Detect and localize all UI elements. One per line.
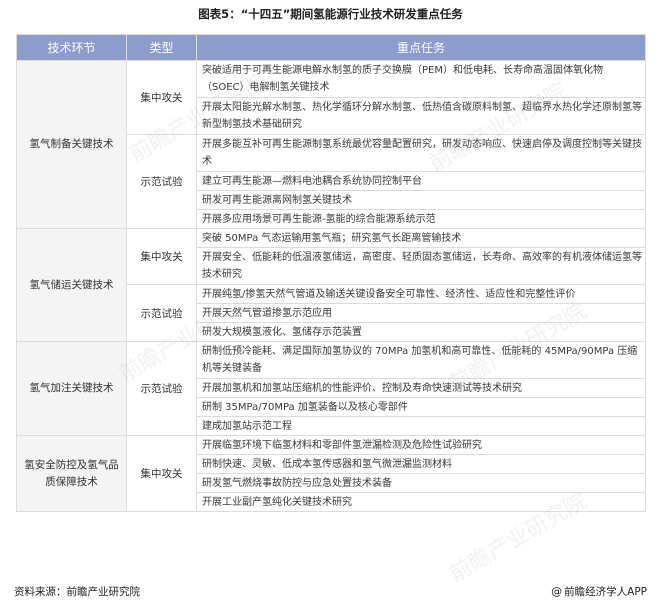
stage-cell: 氢安全防控及氢气品质保障技术 bbox=[16, 435, 127, 512]
task-cell: 研发氢气燃烧事故防控与应急处置技术装备 bbox=[196, 473, 646, 493]
task-cell: 开展多能互补可再生能源制氢系统最优容量配置研究，研发动态响应、快速启停及调度控制… bbox=[196, 134, 646, 172]
table-row: 氢气制备关键技术 集中攻关 突破适用于可再生能源电解水制氢的质子交换膜（PEM）… bbox=[16, 60, 646, 229]
task-cell: 突破适用于可再生能源电解水制氢的质子交换膜（PEM）和低电耗、长寿命高温固体氧化… bbox=[196, 60, 646, 98]
table-row: 氢气储运关键技术 集中攻关 突破 50MPa 气态运输用氢气瓶；研究氢气长距离管… bbox=[16, 228, 646, 342]
task-cell: 开展纯氢/掺氢天然气管道及输送关键设备安全可靠性、经济性、适应性和完整性评价 bbox=[196, 284, 646, 304]
task-cell: 研制快速、灵敏、低成本氢传感器和氢气微泄漏监测材料 bbox=[196, 454, 646, 474]
table-row: 氢气加注关键技术 示范试验 研制低预冷能耗、满足国际加氢协议的 70MPa 加氢… bbox=[16, 341, 646, 436]
stage-cell: 氢气储运关键技术 bbox=[16, 228, 127, 342]
task-cell: 突破 50MPa 气态运输用氢气瓶；研究氢气长距离管输技术 bbox=[196, 228, 646, 248]
header-stage: 技术环节 bbox=[16, 34, 127, 61]
brand-mark-icon: @ bbox=[551, 585, 563, 598]
type-cell: 示范试验 bbox=[126, 284, 197, 342]
type-cell: 集中攻关 bbox=[126, 228, 197, 285]
stage-cell: 氢气制备关键技术 bbox=[16, 60, 127, 229]
task-cell: 开展工业副产氢纯化关键技术研究 bbox=[196, 492, 646, 512]
tasks-table: 技术环节 类型 重点任务 氢气制备关键技术 集中攻关 突破适用于可再生能源电解水… bbox=[16, 34, 646, 512]
table-row: 氢安全防控及氢气品质保障技术 集中攻关 开展临氢环境下临氢材料和零部件氢泄漏检测… bbox=[16, 435, 646, 512]
type-cell: 示范试验 bbox=[126, 341, 197, 436]
task-cell: 研制 35MPa/70MPa 加氢装备以及核心零部件 bbox=[196, 397, 646, 417]
task-cell: 开展太阳能光解水制氢、热化学循环分解水制氢、低热值含碳原料制氢、超临界水热化学还… bbox=[196, 97, 646, 135]
table-header-row: 技术环节 类型 重点任务 bbox=[16, 34, 646, 61]
task-cell: 研发可再生能源离网制氢关键技术 bbox=[196, 190, 646, 210]
type-cell: 集中攻关 bbox=[126, 435, 197, 512]
task-cell: 建立可再生能源—燃料电池耦合系统协同控制平台 bbox=[196, 171, 646, 191]
stage-cell: 氢气加注关键技术 bbox=[16, 341, 127, 436]
task-cell: 研发大规模氢液化、氢储存示范装置 bbox=[196, 322, 646, 342]
brand-name: 前瞻经济学人APP bbox=[564, 586, 647, 598]
task-cell: 开展多应用场景可再生能源-氢能的综合能源系统示范 bbox=[196, 209, 646, 229]
type-cell: 示范试验 bbox=[126, 134, 197, 229]
source-note: 资料来源：前瞻产业研究院 bbox=[14, 586, 140, 598]
header-tasks: 重点任务 bbox=[196, 34, 646, 61]
task-cell: 研制低预冷能耗、满足国际加氢协议的 70MPa 加氢机和高可靠性、低能耗的 45… bbox=[196, 341, 646, 379]
header-type: 类型 bbox=[126, 34, 197, 61]
task-cell: 开展临氢环境下临氢材料和零部件氢泄漏检测及危险性试验研究 bbox=[196, 435, 646, 455]
figure-title: 图表5：“十四五”期间氢能源行业技术研发重点任务 bbox=[198, 7, 463, 21]
task-cell: 开展安全、低能耗的低温液氢储运，高密度、轻质固态氢储运，长寿命、高效率的有机液体… bbox=[196, 247, 646, 285]
task-cell: 开展加氢机和加氢站压缩机的性能评价、控制及寿命快速测试等技术研究 bbox=[196, 378, 646, 398]
type-cell: 集中攻关 bbox=[126, 60, 197, 135]
task-cell: 开展天然气管道掺氢示范应用 bbox=[196, 303, 646, 323]
brand-credit: @ 前瞻经济学人APP bbox=[551, 584, 647, 599]
task-cell: 建成加氢站示范工程 bbox=[196, 416, 646, 436]
